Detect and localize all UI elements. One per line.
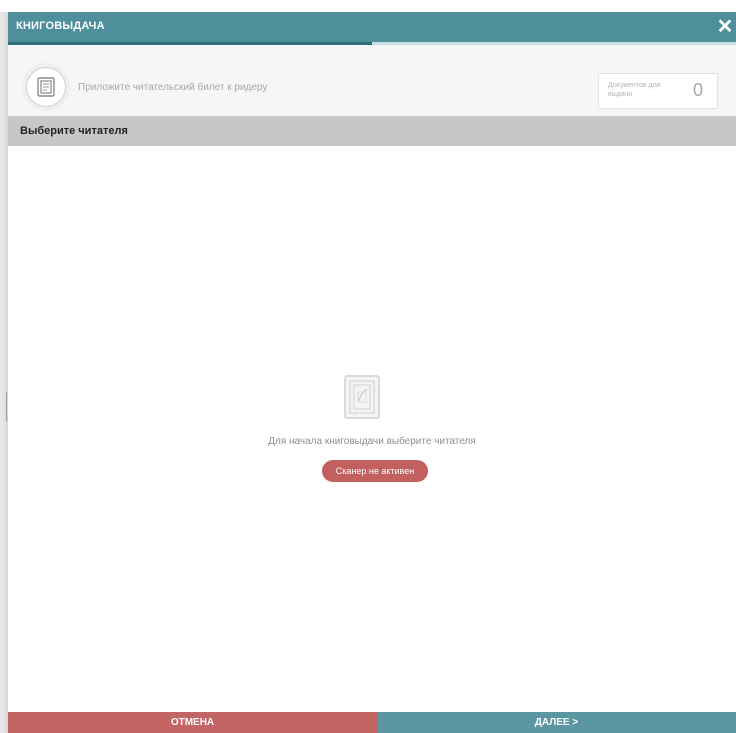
empty-state-text: Для начала книговыдачи выберите читателя [268, 436, 476, 447]
next-button[interactable]: ДАЛЕЕ > [377, 712, 736, 733]
title-bar: КНИГОВЫДАЧА ✕ [8, 12, 736, 42]
cancel-button[interactable]: ОТМЕНА [8, 712, 377, 733]
documents-counter-label: Документов для выдачи [608, 82, 661, 98]
documents-counter: Документов для выдачи 0 [598, 73, 718, 109]
scanner-icon [342, 374, 382, 420]
scanner-status-button[interactable]: Сканер не активен [322, 460, 428, 482]
reader-hint-text: Приложите читательский билет к ридеру [78, 82, 268, 93]
dialog-title: КНИГОВЫДАЧА [16, 20, 105, 32]
window-left-shadow [0, 12, 8, 733]
dialog-footer: ОТМЕНА ДАЛЕЕ > [8, 712, 736, 733]
close-icon[interactable]: ✕ [714, 16, 736, 38]
section-title: Выберите читателя [20, 125, 128, 137]
section-header: Выберите читателя [8, 116, 736, 146]
book-issue-dialog: КНИГОВЫДАЧА ✕ Приложите читательский бил… [8, 12, 736, 733]
reader-info-row: Приложите читательский билет к ридеру До… [8, 45, 736, 123]
reader-card-icon [26, 67, 66, 107]
main-content: Для начала книговыдачи выберите читателя… [8, 146, 736, 712]
documents-counter-value: 0 [692, 80, 703, 100]
